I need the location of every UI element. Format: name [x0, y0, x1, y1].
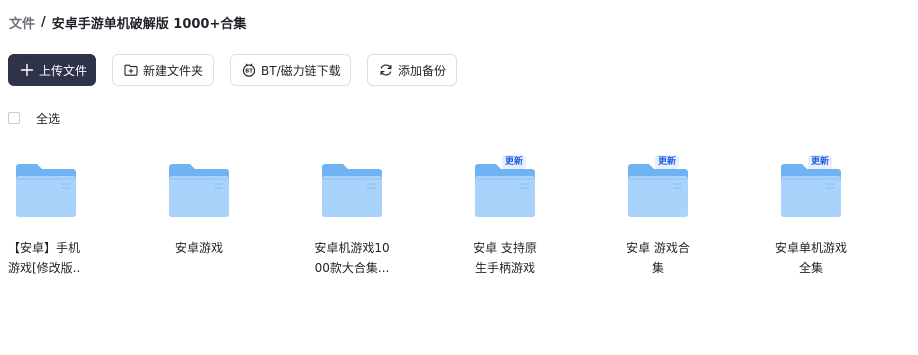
- add-backup-label: 添加备份: [398, 63, 447, 78]
- toolbar: 上传文件 新建文件夹 BT BT/磁力链下载 添加备份: [8, 54, 457, 86]
- svg-text:BT: BT: [245, 69, 253, 75]
- folder-name-line: 全集: [798, 261, 823, 275]
- folder-item[interactable]: 更新 安卓 游戏合 集: [616, 150, 726, 300]
- breadcrumb-current-folder: 安卓手游单机破解版 1000+合集: [51, 16, 247, 32]
- folder-item[interactable]: 安卓游戏: [157, 150, 267, 300]
- folder-name: 安卓单机游戏 全集: [756, 238, 866, 278]
- update-badge: 更新: [502, 155, 527, 169]
- folder-name: 安卓机游戏10 00款大合集...: [297, 238, 407, 278]
- file-browser-page: 文件 / 安卓手游单机破解版 1000+合集 上传文件 新建文件夹 BT BT/…: [0, 0, 918, 355]
- bt-icon: BT: [241, 62, 257, 78]
- folder-name-line: 【安卓】手机: [8, 241, 81, 255]
- folder-icon: [322, 162, 382, 218]
- breadcrumb: 文件 / 安卓手游单机破解版 1000+合集: [9, 12, 246, 32]
- folder-item[interactable]: 安卓机游戏10 00款大合集...: [310, 150, 420, 300]
- folder-grid: 【安卓】手机 游戏[修改版.. 安卓游戏 安卓机游戏10 00款大合集... 更…: [0, 150, 918, 300]
- folder-icon: [475, 162, 535, 218]
- new-folder-label: 新建文件夹: [143, 63, 204, 78]
- sync-icon: [378, 62, 394, 78]
- folder-name-line: 安卓游戏: [174, 241, 223, 255]
- folder-name-line: 00款大合集...: [314, 261, 390, 275]
- select-all-label: 全选: [36, 111, 61, 126]
- folder-plus-icon: [123, 62, 139, 78]
- folder-name: 安卓 支持原 生手柄游戏: [450, 238, 560, 278]
- update-badge: 更新: [655, 155, 680, 169]
- upload-file-label: 上传文件: [39, 63, 88, 78]
- folder-item[interactable]: 【安卓】手机 游戏[修改版..: [4, 150, 114, 300]
- folder-name-line: 游戏[修改版..: [8, 261, 81, 275]
- add-backup-button[interactable]: 添加备份: [367, 54, 457, 86]
- folder-item[interactable]: 更新 安卓 支持原 生手柄游戏: [463, 150, 573, 300]
- folder-item[interactable]: 更新 安卓单机游戏 全集: [769, 150, 879, 300]
- folder-name-line: 安卓机游戏10: [314, 241, 390, 255]
- breadcrumb-root-link[interactable]: 文件: [9, 13, 35, 32]
- bt-magnet-download-button[interactable]: BT BT/磁力链下载: [230, 54, 351, 86]
- folder-name: 安卓游戏: [144, 238, 254, 258]
- folder-icon: [628, 162, 688, 218]
- folder-name-line: 生手柄游戏: [474, 261, 535, 275]
- folder-icon: [169, 162, 229, 218]
- bt-magnet-download-label: BT/磁力链下载: [261, 63, 341, 78]
- folder-name-line: 安卓单机游戏: [774, 241, 847, 255]
- folder-icon: [16, 162, 76, 218]
- folder-name-line: 安卓 游戏合: [626, 241, 690, 255]
- folder-name-line: 集: [651, 261, 664, 275]
- folder-icon: [781, 162, 841, 218]
- folder-name: 安卓 游戏合 集: [603, 238, 713, 278]
- select-all-checkbox[interactable]: [8, 112, 20, 124]
- update-badge: 更新: [808, 155, 833, 169]
- folder-name: 【安卓】手机 游戏[修改版..: [8, 238, 118, 278]
- plus-icon: [19, 62, 35, 78]
- new-folder-button[interactable]: 新建文件夹: [112, 54, 214, 86]
- select-all-row: 全选: [8, 110, 60, 126]
- upload-file-button[interactable]: 上传文件: [8, 54, 96, 86]
- breadcrumb-separator: /: [41, 14, 46, 30]
- folder-name-line: 安卓 支持原: [473, 241, 537, 255]
